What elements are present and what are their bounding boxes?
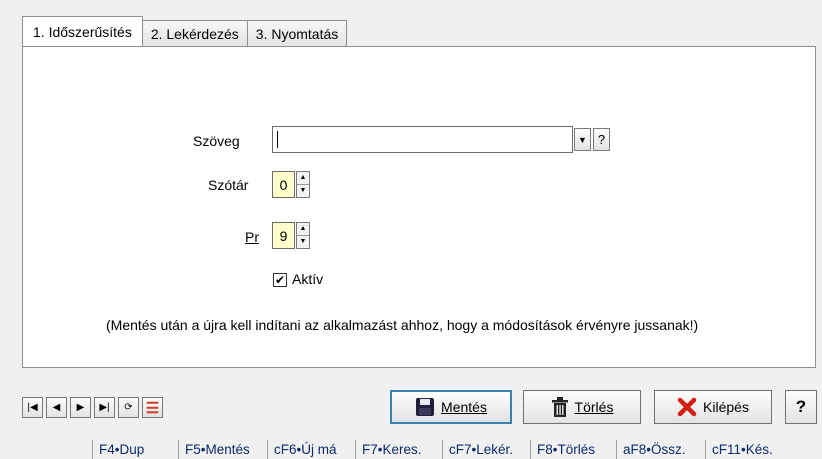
save-button-label: Mentés [441, 399, 487, 415]
fkey-duplicate[interactable]: F4•Dup [92, 440, 178, 459]
delete-button-label: Törlés [574, 399, 614, 415]
fkey-query[interactable]: cF7•Lekér. [442, 440, 530, 459]
text-caret [277, 131, 278, 148]
exit-button[interactable]: Kilépés [654, 390, 772, 424]
fkey-save[interactable]: F5•Mentés [178, 440, 267, 459]
record-navigation: |◀ ◀ ▶ ▶| ⟳ ☰ [22, 397, 163, 418]
next-record-icon[interactable]: ▶ [70, 397, 91, 418]
help-button[interactable]: ? [785, 390, 817, 424]
refresh-icon[interactable]: ⟳ [118, 397, 139, 418]
trash-can-icon [551, 397, 568, 417]
list-icon[interactable]: ☰ [142, 397, 163, 418]
tab-print[interactable]: 3. Nyomtatás [246, 20, 348, 46]
red-x-icon [677, 397, 697, 417]
floppy-disk-icon [416, 398, 435, 416]
exit-button-label: Kilépés [703, 399, 749, 415]
tab-query[interactable]: 2. Lekérdezés [141, 20, 248, 46]
fkey-late[interactable]: cF11•Kés. [705, 440, 801, 459]
first-record-icon[interactable]: |◀ [22, 397, 43, 418]
fkey-new[interactable]: cF6•Új má [267, 440, 355, 459]
save-button[interactable]: Mentés [390, 390, 512, 424]
fkey-summary[interactable]: aF8•Össz. [616, 440, 705, 459]
tab-bar: 1. Időszerűsítés 2. Lekérdezés 3. Nyomta… [22, 16, 348, 46]
fkey-delete[interactable]: F8•Törlés [530, 440, 616, 459]
function-key-bar: F4•Dup F5•Mentés cF6•Új má F7•Keres. cF7… [92, 440, 801, 459]
previous-record-icon[interactable]: ◀ [46, 397, 67, 418]
delete-button[interactable]: Törlés [523, 390, 641, 424]
tab-update[interactable]: 1. Időszerűsítés [22, 16, 143, 46]
text-input[interactable] [272, 126, 573, 153]
tab-panel [22, 46, 816, 368]
fkey-search[interactable]: F7•Keres. [355, 440, 442, 459]
last-record-icon[interactable]: ▶| [94, 397, 115, 418]
